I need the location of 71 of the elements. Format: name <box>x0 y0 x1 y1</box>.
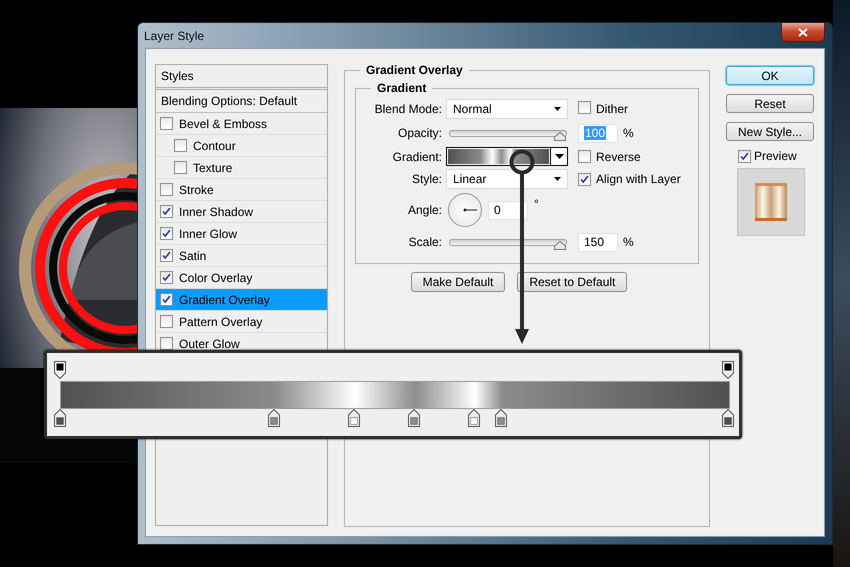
field-label: Opacity: <box>396 126 442 140</box>
checkbox[interactable] <box>160 271 173 284</box>
style-item[interactable]: Stroke <box>156 179 327 201</box>
checkbox-label: Preview <box>754 149 797 163</box>
highlight-ring <box>509 149 535 175</box>
checkbox[interactable] <box>738 150 751 162</box>
dialog-button[interactable]: OK <box>726 66 814 85</box>
dialog-button[interactable]: New Style... <box>726 122 814 141</box>
style-item[interactable]: Gradient Overlay <box>156 289 327 311</box>
style-item[interactable]: Satin <box>156 245 327 267</box>
checkbox[interactable] <box>160 249 173 262</box>
checkbox[interactable] <box>160 337 173 350</box>
color-stop[interactable] <box>348 409 360 427</box>
gradient-picker[interactable] <box>446 147 568 166</box>
field-label: Angle: <box>406 203 442 217</box>
field-label: Style: <box>410 172 442 186</box>
caret-icon <box>554 107 561 111</box>
window-title: Layer Style <box>144 28 204 42</box>
checkbox[interactable] <box>174 161 187 174</box>
angle-dial[interactable] <box>448 193 482 227</box>
style-item[interactable]: Inner Glow <box>156 223 327 245</box>
field-label: Scale: <box>408 235 442 249</box>
unit-label: % <box>623 235 634 249</box>
slider-thumb[interactable] <box>554 240 566 250</box>
checkbox[interactable] <box>160 227 173 240</box>
blending-options-item[interactable]: Blending Options: Default <box>156 90 327 113</box>
checkbox[interactable] <box>578 150 591 163</box>
color-stop[interactable] <box>54 409 66 427</box>
color-stop[interactable] <box>494 409 507 427</box>
close-icon <box>798 28 808 36</box>
field-label: Blend Mode: <box>374 102 442 116</box>
checkbox[interactable] <box>174 139 187 152</box>
style-item[interactable]: Pattern Overlay <box>156 311 327 333</box>
checkbox-label: Dither <box>596 102 628 116</box>
checkbox[interactable] <box>160 117 173 130</box>
panel-button[interactable]: Make Default <box>410 272 506 292</box>
group-title: Gradient <box>376 81 428 95</box>
angle-field[interactable]: 0 <box>488 200 528 220</box>
opacity-stop[interactable] <box>54 361 66 379</box>
field-label: Gradient: <box>392 150 442 164</box>
scale-field[interactable]: 150 <box>578 232 618 252</box>
dialog-button[interactable]: Reset <box>726 94 814 113</box>
color-stop[interactable] <box>468 409 480 427</box>
unit-label: ° <box>534 196 539 210</box>
blend-mode-dropdown[interactable]: Normal <box>446 99 568 119</box>
style-dropdown[interactable]: Linear <box>446 169 568 189</box>
group-title: Gradient Overlay <box>365 63 464 77</box>
slider-thumb[interactable] <box>554 132 566 140</box>
color-stop[interactable] <box>268 409 280 427</box>
checkbox-label: Reverse <box>596 150 641 164</box>
unit-label: % <box>623 126 634 140</box>
opacity-stop[interactable] <box>722 361 734 379</box>
style-item[interactable]: Bevel & Emboss <box>156 113 327 135</box>
style-item[interactable]: Inner Shadow <box>156 201 327 223</box>
checkbox[interactable] <box>160 315 173 328</box>
caret-icon <box>554 177 561 181</box>
checkbox[interactable] <box>160 293 173 306</box>
close-button[interactable] <box>781 23 825 42</box>
styles-header[interactable]: Styles <box>156 65 327 90</box>
color-stop[interactable] <box>408 409 420 427</box>
caret-icon <box>554 154 564 159</box>
checkbox[interactable] <box>160 205 173 218</box>
style-item[interactable]: Texture <box>156 157 327 179</box>
cylinder-icon <box>754 182 788 222</box>
checkbox[interactable] <box>578 172 591 186</box>
checkbox[interactable] <box>160 183 173 196</box>
checkbox-label: Align with Layer <box>596 172 681 186</box>
panel-button[interactable]: Reset to Default <box>517 272 628 292</box>
checkbox[interactable] <box>578 101 591 114</box>
style-item[interactable]: Contour <box>156 135 327 157</box>
color-stop[interactable] <box>722 409 734 427</box>
